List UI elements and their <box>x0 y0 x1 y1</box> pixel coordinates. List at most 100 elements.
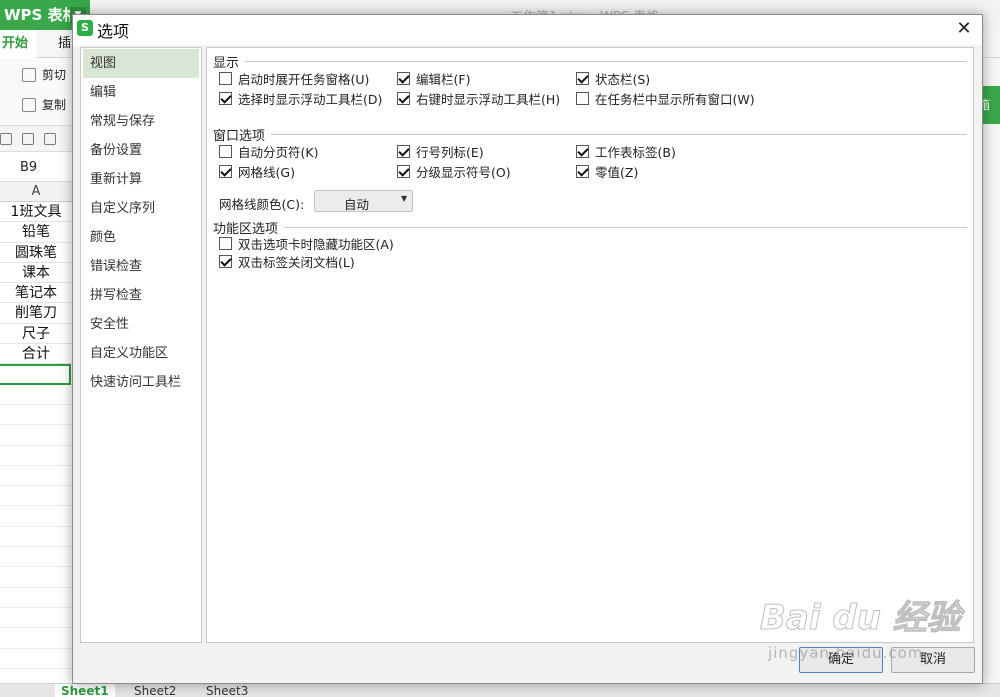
name-box[interactable]: B9 <box>0 152 72 182</box>
cell[interactable]: 圆珠笔 <box>0 243 72 263</box>
checkbox[interactable] <box>397 91 410 105</box>
nav-item-spell-check[interactable]: 拼写检查 <box>81 281 201 310</box>
option-label: 启动时展开任务窗格(U) <box>238 71 370 87</box>
save-icon[interactable] <box>0 133 12 145</box>
option-label: 工作表标签(B) <box>595 144 676 160</box>
option-formula-bar[interactable]: 编辑栏(F) <box>397 69 470 87</box>
option-label: 零值(Z) <box>595 164 639 180</box>
options-dialog: S 选项 ✕ 视图 编辑 常规与保存 备份设置 重新计算 自定义序列 颜色 错误… <box>72 14 983 684</box>
cell[interactable] <box>0 466 72 487</box>
cell[interactable]: 1班文具 <box>0 202 72 223</box>
checkbox[interactable] <box>219 144 232 158</box>
cell[interactable] <box>0 527 72 548</box>
option-outline-symbols[interactable]: 分级显示符号(O) <box>397 162 511 180</box>
cell[interactable] <box>0 628 72 649</box>
checkbox[interactable] <box>576 144 589 158</box>
nav-item-colors[interactable]: 颜色 <box>81 223 201 252</box>
option-hide-ribbon-on-double-click-tab[interactable]: 双击选项卡时隐藏功能区(A) <box>219 234 394 252</box>
checkbox[interactable] <box>576 164 589 178</box>
option-status-bar[interactable]: 状态栏(S) <box>576 69 650 87</box>
options-nav: 视图 编辑 常规与保存 备份设置 重新计算 自定义序列 颜色 错误检查 拼写检查… <box>80 47 202 643</box>
export-icon[interactable] <box>22 133 34 145</box>
tab-start[interactable]: 开始 <box>0 30 36 58</box>
close-icon[interactable]: ✕ <box>953 18 975 40</box>
nav-item-recalculate[interactable]: 重新计算 <box>81 165 201 194</box>
section-divider <box>284 227 967 228</box>
cell-column: 1班文具 铅笔 圆珠笔 课本 笔记本 削笔刀 尺子 合计 <box>0 202 72 669</box>
cell[interactable]: 合计 <box>0 344 72 365</box>
option-show-all-windows-in-taskbar[interactable]: 在任务栏中显示所有窗口(W) <box>576 89 755 107</box>
nav-item-customize-ribbon[interactable]: 自定义功能区 <box>81 339 201 368</box>
option-label: 选择时显示浮动工具栏(D) <box>238 91 383 107</box>
checkbox[interactable] <box>219 91 232 105</box>
option-zero-values[interactable]: 零值(Z) <box>576 162 638 180</box>
cell[interactable]: 削笔刀 <box>0 303 72 324</box>
option-floating-toolbar-on-select[interactable]: 选择时显示浮动工具栏(D) <box>219 89 382 107</box>
dialog-titlebar[interactable]: S 选项 ✕ <box>73 15 982 45</box>
selected-cell <box>0 364 71 385</box>
cell[interactable]: 铅笔 <box>0 222 72 243</box>
ok-button[interactable]: 确定 <box>799 647 883 673</box>
cell[interactable]: 笔记本 <box>0 283 72 304</box>
option-label: 网格线(G) <box>238 164 295 180</box>
nav-item-security[interactable]: 安全性 <box>81 310 201 339</box>
checkbox[interactable] <box>397 71 410 85</box>
option-row-column-headers[interactable]: 行号列标(E) <box>397 142 484 160</box>
option-gridlines[interactable]: 网格线(G) <box>219 162 295 180</box>
option-sheet-tabs[interactable]: 工作表标签(B) <box>576 142 676 160</box>
sheet-tab-2[interactable]: Sheet2 <box>128 684 182 697</box>
wps-spreadsheet-logo-icon: S <box>77 20 93 36</box>
option-label: 右键时显示浮动工具栏(H) <box>416 91 561 107</box>
cell[interactable] <box>0 486 72 507</box>
print-icon[interactable] <box>44 133 56 145</box>
tab-insert[interactable]: 插 <box>58 30 71 58</box>
cell[interactable] <box>0 547 72 568</box>
nav-item-view[interactable]: 视图 <box>83 49 199 78</box>
copy-icon <box>22 98 36 112</box>
gridline-color-select[interactable]: 自动 ▼ <box>314 190 413 212</box>
cancel-button[interactable]: 取消 <box>891 647 975 673</box>
gridline-color-value: 自动 <box>344 197 370 212</box>
option-show-task-pane-on-start[interactable]: 启动时展开任务窗格(U) <box>219 69 369 87</box>
checkbox[interactable] <box>397 144 410 158</box>
app-name: WPS 表格 <box>4 6 78 24</box>
nav-item-error-checking[interactable]: 错误检查 <box>81 252 201 281</box>
nav-item-edit[interactable]: 编辑 <box>81 78 201 107</box>
cell[interactable] <box>0 425 72 446</box>
cell[interactable] <box>0 649 72 669</box>
sheet-tab-1[interactable]: Sheet1 <box>55 684 115 697</box>
chevron-down-icon: ▼ <box>401 194 408 203</box>
nav-item-backup[interactable]: 备份设置 <box>81 136 201 165</box>
nav-item-general-save[interactable]: 常规与保存 <box>81 107 201 136</box>
cell[interactable] <box>0 446 72 466</box>
cell[interactable] <box>0 385 72 405</box>
option-floating-toolbar-on-right-click[interactable]: 右键时显示浮动工具栏(H) <box>397 89 560 107</box>
checkbox[interactable] <box>576 71 589 85</box>
checkbox[interactable] <box>219 236 232 250</box>
checkbox[interactable] <box>219 164 232 178</box>
option-label: 行号列标(E) <box>416 144 484 160</box>
cell[interactable]: 尺子 <box>0 324 72 345</box>
cell[interactable] <box>0 608 72 629</box>
ribbon-right-edge <box>980 58 1000 697</box>
copy-button[interactable]: 复制 <box>42 96 66 113</box>
option-close-doc-on-double-click-tab[interactable]: 双击标签关闭文档(L) <box>219 252 355 270</box>
cell[interactable] <box>0 588 72 608</box>
section-divider <box>271 134 967 135</box>
checkbox[interactable] <box>397 164 410 178</box>
cell[interactable]: 课本 <box>0 263 72 284</box>
cell[interactable] <box>0 506 72 527</box>
option-label: 自动分页符(K) <box>238 144 319 160</box>
column-header-a[interactable]: A <box>0 182 72 202</box>
checkbox[interactable] <box>576 91 589 105</box>
checkbox[interactable] <box>219 71 232 85</box>
nav-item-custom-lists[interactable]: 自定义序列 <box>81 194 201 223</box>
option-auto-page-break[interactable]: 自动分页符(K) <box>219 142 318 160</box>
cell[interactable] <box>0 567 72 588</box>
checkbox[interactable] <box>219 254 232 268</box>
cut-button[interactable]: 剪切 <box>42 66 66 83</box>
sheet-tab-3[interactable]: Sheet3 <box>200 684 254 697</box>
cell[interactable] <box>0 405 72 426</box>
quick-access-toolbar <box>0 126 72 152</box>
nav-item-quick-access-toolbar[interactable]: 快速访问工具栏 <box>81 368 201 397</box>
